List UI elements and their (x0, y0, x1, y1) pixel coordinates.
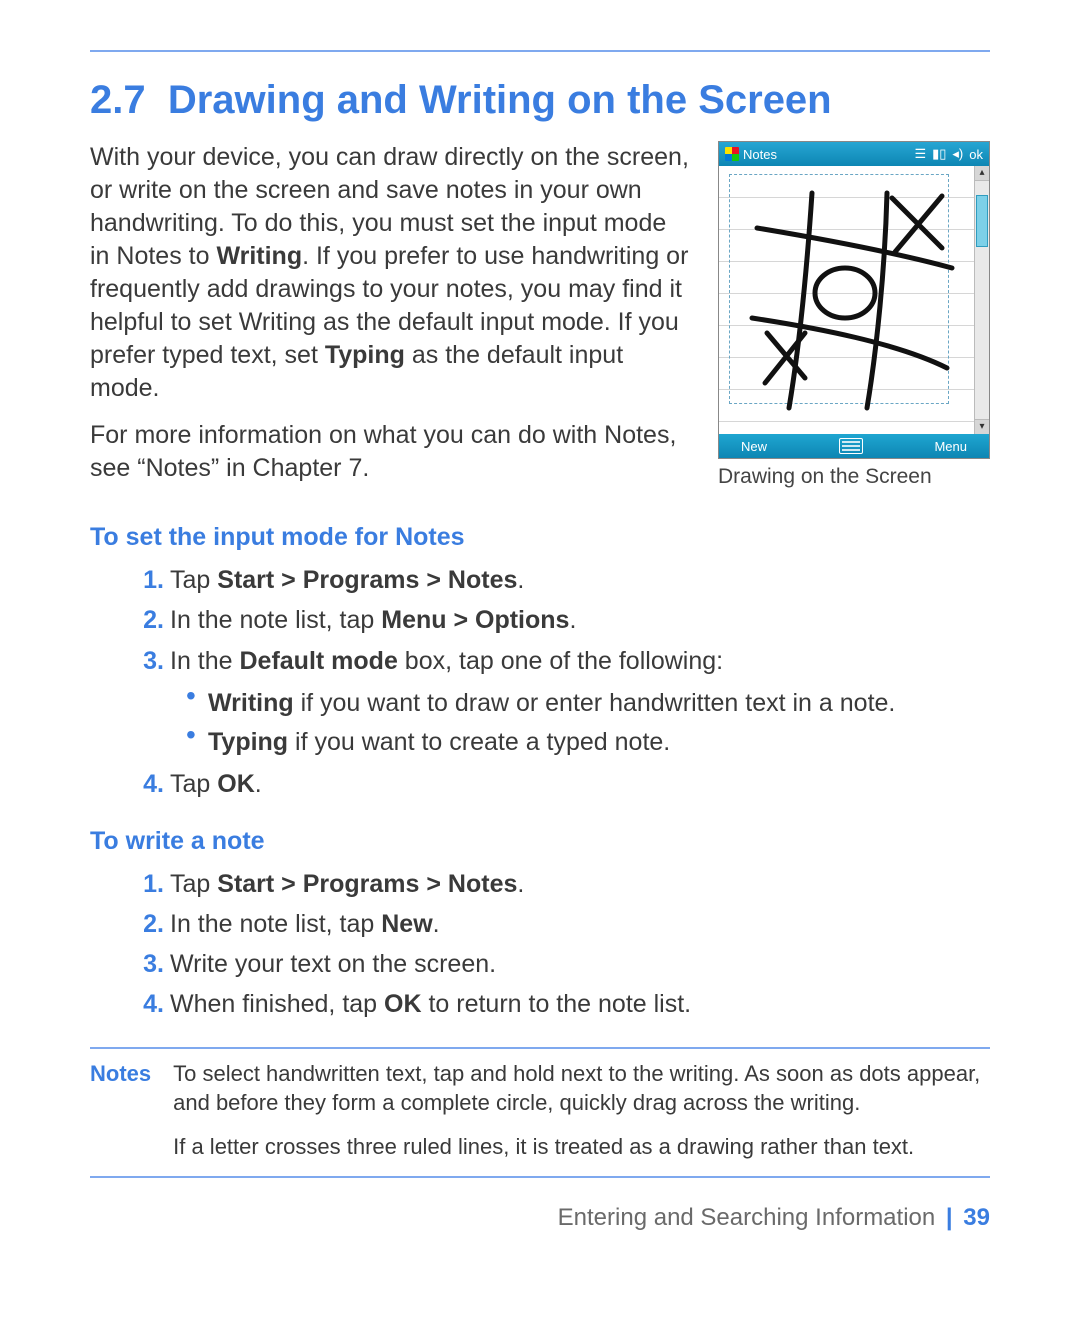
signal-icon: ▮▯ (932, 146, 946, 162)
step: In the note list, tap Menu > Options. (170, 602, 990, 638)
footer-separator: | (946, 1204, 953, 1231)
step: Tap Start > Programs > Notes. (170, 866, 990, 902)
procedure-heading: To write a note (90, 827, 990, 856)
device-body: ▴ ▾ (719, 166, 989, 434)
scroll-track (975, 181, 989, 419)
bullet: Writing if you want to draw or enter han… (208, 685, 990, 721)
step: In the note list, tap New. (170, 906, 990, 942)
windows-flag-icon (725, 147, 739, 161)
speaker-icon: ◂) (952, 146, 963, 162)
notes-paragraph: If a letter crosses three ruled lines, i… (173, 1132, 990, 1162)
scrollbar: ▴ ▾ (974, 166, 989, 434)
footer-chapter: Entering and Searching Information (558, 1204, 936, 1231)
top-rule (90, 50, 990, 52)
notes-block: Notes To select handwritten text, tap an… (90, 1047, 990, 1178)
intro-text: With your device, you can draw directly … (90, 141, 690, 499)
scroll-thumb (976, 195, 988, 247)
status-icons: ☰ ▮▯ ◂) ok (914, 146, 983, 162)
scroll-down-icon: ▾ (975, 419, 989, 434)
note-canvas (719, 166, 974, 434)
device-bottombar: New Menu (719, 434, 989, 458)
step: In the Default mode box, tap one of the … (170, 643, 990, 761)
ok-button: ok (969, 147, 983, 162)
step: Tap Start > Programs > Notes. (170, 562, 990, 598)
step: Tap OK. (170, 766, 990, 802)
status-icon: ☰ (914, 146, 926, 162)
procedure-heading: To set the input mode for Notes (90, 523, 990, 552)
device-titlebar: Notes ☰ ▮▯ ◂) ok (719, 142, 989, 166)
device-screenshot: Notes ☰ ▮▯ ◂) ok (718, 141, 990, 459)
procedure-steps: Tap Start > Programs > Notes. In the not… (90, 866, 990, 1023)
step: When finished, tap OK to return to the n… (170, 986, 990, 1022)
bullet: Typing if you want to create a typed not… (208, 724, 990, 760)
footer-page-number: 39 (963, 1204, 990, 1231)
step: Write your text on the screen. (170, 946, 990, 982)
figure-caption: Drawing on the Screen (718, 465, 990, 489)
app-title: Notes (743, 147, 777, 162)
softkey-new: New (741, 439, 767, 454)
intro-paragraph-1: With your device, you can draw directly … (90, 141, 690, 405)
keyboard-icon (839, 438, 863, 454)
section-title: 2.7 Drawing and Writing on the Screen (90, 78, 990, 123)
section-title-text: Drawing and Writing on the Screen (168, 78, 832, 122)
softkey-menu: Menu (934, 439, 967, 454)
notes-label: Notes (90, 1059, 151, 1162)
sub-bullets: Writing if you want to draw or enter han… (170, 685, 990, 761)
manual-page: 2.7 Drawing and Writing on the Screen Wi… (0, 0, 1080, 1327)
tic-tac-toe-drawing (727, 168, 967, 428)
scroll-up-icon: ▴ (975, 166, 989, 181)
procedure-steps: Tap Start > Programs > Notes. In the not… (90, 562, 990, 803)
figure: Notes ☰ ▮▯ ◂) ok (718, 141, 990, 499)
section-number: 2.7 (90, 78, 146, 122)
intro-paragraph-2: For more information on what you can do … (90, 419, 690, 485)
notes-paragraph: To select handwritten text, tap and hold… (173, 1059, 990, 1118)
intro-row: With your device, you can draw directly … (90, 141, 990, 499)
notes-body: To select handwritten text, tap and hold… (173, 1059, 990, 1162)
page-footer: Entering and Searching Information | 39 (90, 1204, 990, 1232)
